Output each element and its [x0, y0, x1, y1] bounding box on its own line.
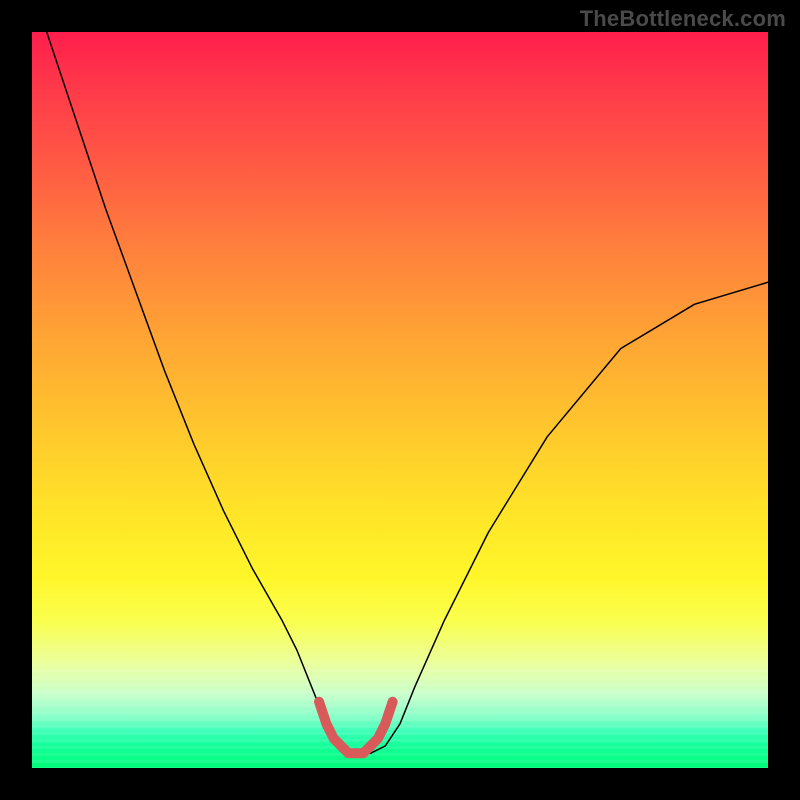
- valley-highlight-line: [319, 702, 393, 754]
- plot-area: [32, 32, 768, 768]
- bottleneck-curve-line: [47, 32, 768, 753]
- chart-frame: TheBottleneck.com: [0, 0, 800, 800]
- watermark-text: TheBottleneck.com: [580, 6, 786, 32]
- curve-layer: [32, 32, 768, 768]
